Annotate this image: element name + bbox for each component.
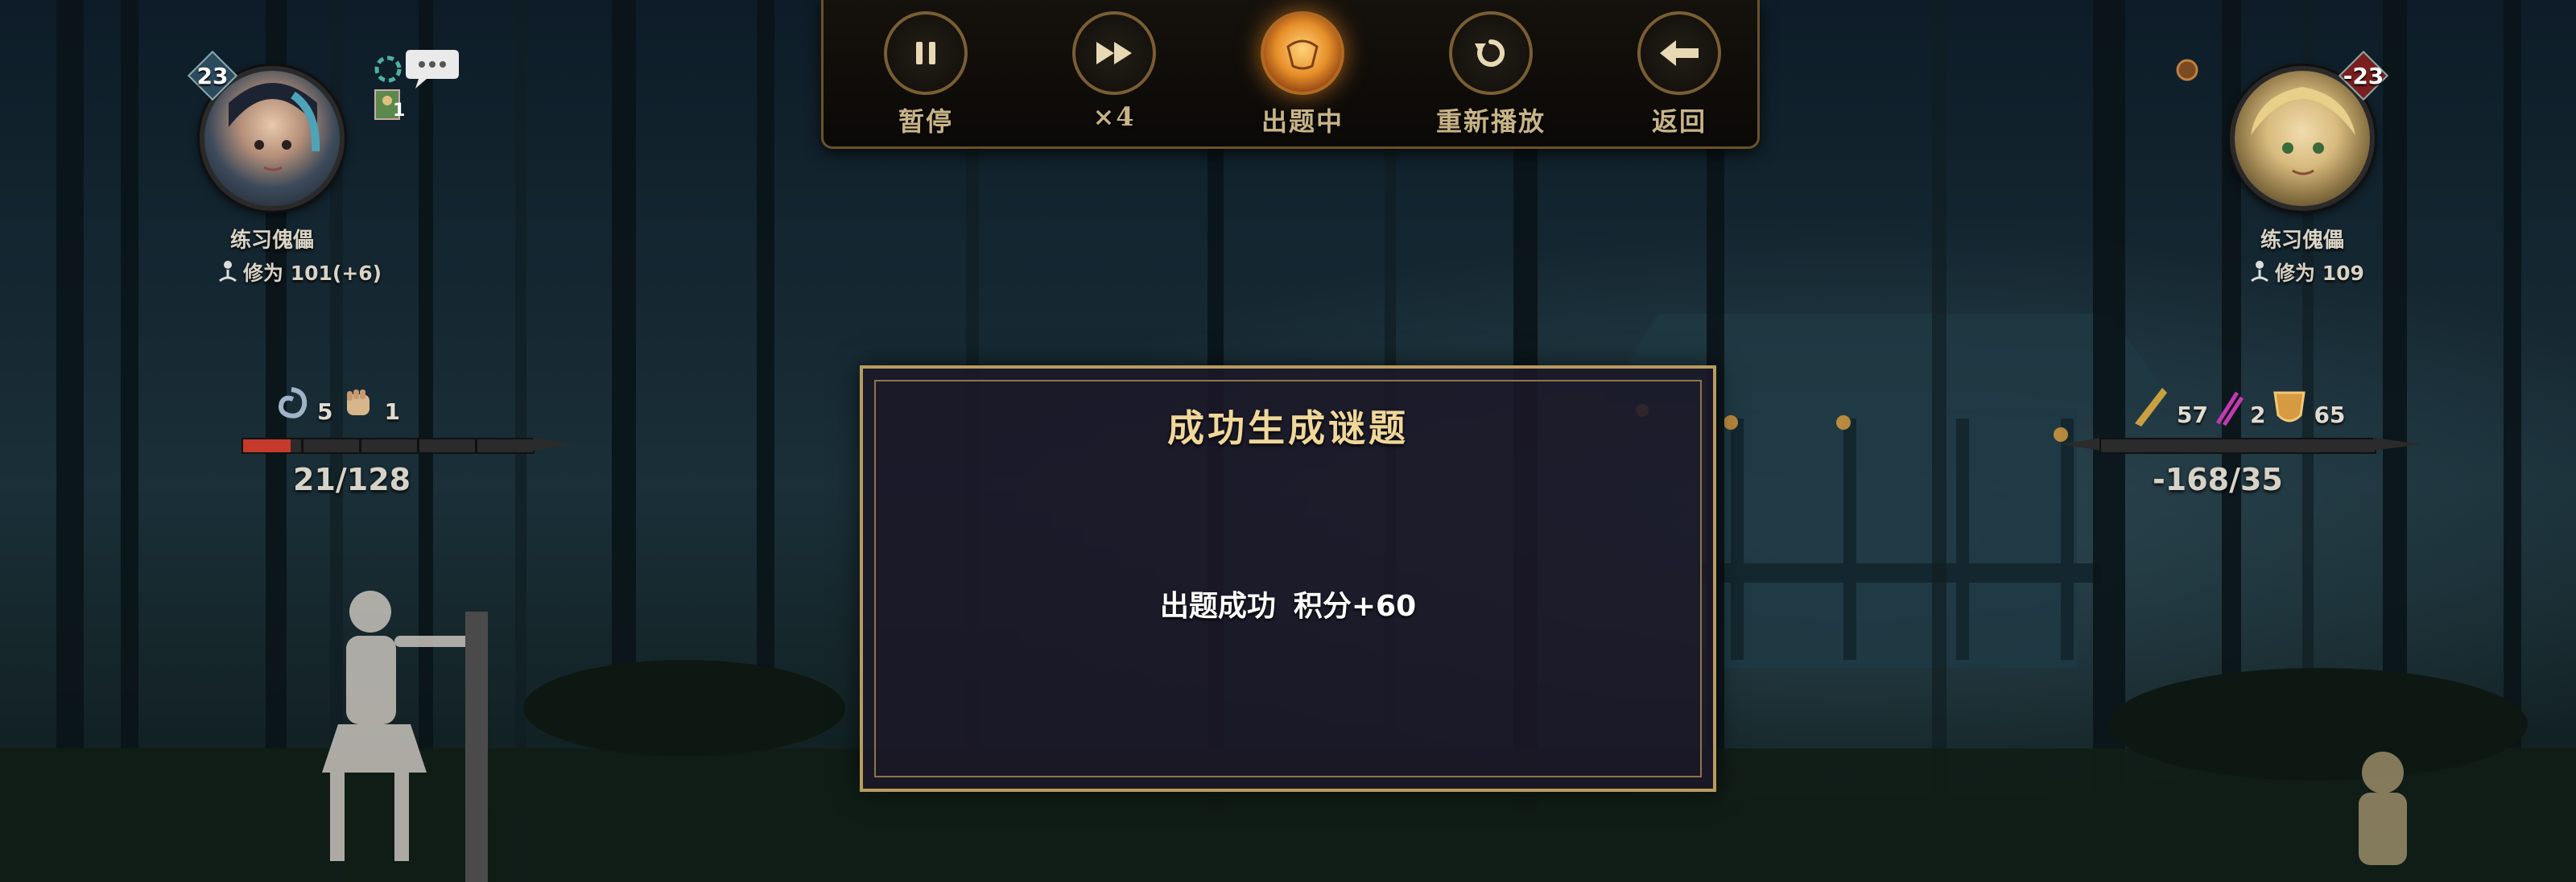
replay-control-bar: 暂停 ×4 出题中 重新播放 返回 [821, 0, 1760, 149]
right-blade-tip [2061, 438, 2101, 451]
meditate-icon [2251, 261, 2268, 282]
right-blade-end [2373, 438, 2421, 451]
claw-icon [2215, 391, 2244, 427]
lantern-icon [1261, 11, 1344, 95]
left-level-badge: 23 [187, 50, 238, 101]
left-blade-tip [533, 438, 573, 451]
left-health-bar [242, 438, 535, 454]
left-stat-fist-value: 1 [384, 398, 400, 425]
right-player-name: 练习傀儡 [2260, 229, 2344, 253]
left-health-text: 21/128 [293, 462, 411, 497]
back-label: 返回 [1651, 106, 1707, 137]
replay-label: 重新播放 [1435, 106, 1546, 137]
left-health-fill [243, 439, 291, 452]
right-cultivation: 修为 109 [2249, 258, 2364, 286]
back-arrow-icon [1637, 11, 1721, 95]
left-player-name: 练习傀儡 [229, 229, 314, 253]
blade-icon [2135, 388, 2167, 427]
replay-button[interactable]: 重新播放 [1422, 11, 1559, 140]
status-indicator: 出题中 [1234, 11, 1371, 140]
left-stat-swirl-value: 5 [317, 398, 333, 425]
left-stat-row: 5 1 [270, 383, 400, 425]
pause-button[interactable]: 暂停 [857, 11, 994, 140]
back-button[interactable]: 返回 [1611, 11, 1748, 140]
right-status-icon[interactable] [2174, 56, 2201, 87]
fast-forward-icon [1072, 11, 1156, 95]
left-effect-stack: 1 [374, 89, 405, 121]
chat-bubble-icon[interactable] [404, 45, 460, 97]
shield-icon [2273, 391, 2306, 422]
right-stat-shield-value: 65 [2314, 402, 2346, 428]
left-effect-count: 1 [393, 101, 406, 121]
swirl-icon [279, 387, 308, 418]
meditate-icon [219, 261, 237, 282]
puzzle-result-dialog[interactable]: 成功生成谜题 出题成功 积分+60 [860, 365, 1716, 792]
status-label: 出题中 [1261, 106, 1344, 137]
right-stat-row: 57 2 65 [2130, 383, 2345, 428]
dialog-message-score: 积分+60 [1293, 590, 1417, 623]
pause-icon [884, 11, 968, 95]
right-level-badge: -23 [2338, 50, 2389, 101]
right-stat-blade-value: 57 [2177, 402, 2208, 428]
right-stat-claw-value: 2 [2249, 402, 2266, 428]
replay-icon [1449, 11, 1533, 95]
dialog-title: 成功生成谜题 [1167, 406, 1409, 450]
dialog-message: 出题成功 积分+60 [863, 583, 1713, 624]
pause-label: 暂停 [898, 106, 953, 137]
left-cultivation: 修为 101(+6) [217, 258, 382, 286]
speed-label: ×4 [1092, 101, 1136, 132]
dialog-message-status: 出题成功 [1159, 590, 1276, 623]
fist-icon [347, 389, 370, 415]
speed-button[interactable]: ×4 [1046, 11, 1183, 140]
right-health-bar [2099, 438, 2376, 454]
left-buff-icon[interactable] [372, 53, 404, 89]
right-health-text: -168/35 [2153, 462, 2283, 497]
